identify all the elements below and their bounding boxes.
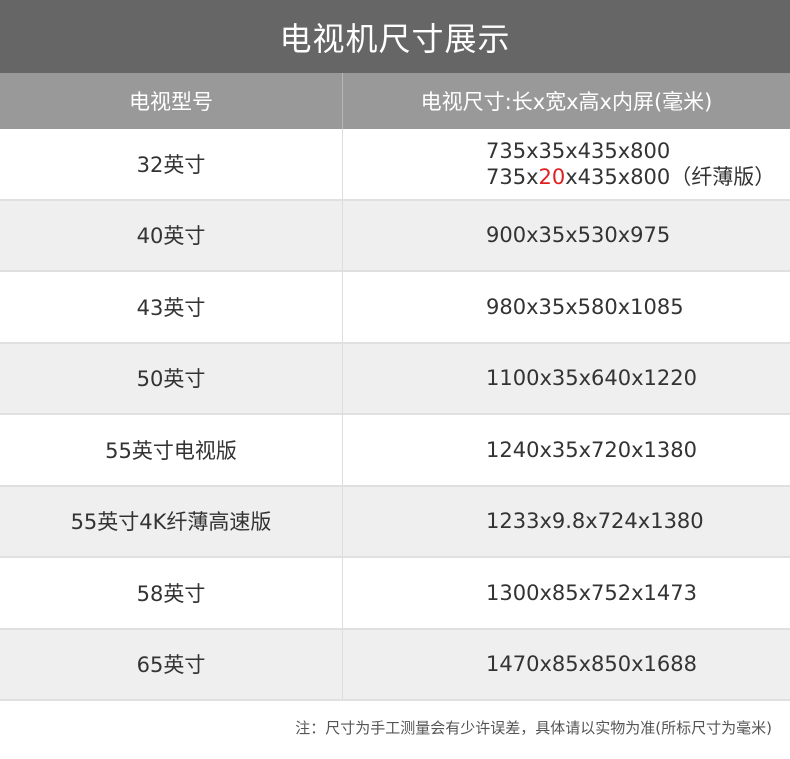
model-cell: 40英寸 — [0, 200, 343, 270]
table-row: 55英寸4K纤薄高速版 1233x9.8x724x1380 — [0, 486, 790, 558]
header-size: 电视尺寸:长x宽x高x内屏(毫米) — [420, 90, 713, 114]
size-cell: 1470x85x850x1688 — [486, 652, 697, 677]
size-cell: 1100x35x640x1220 — [486, 366, 697, 391]
table-row: 50英寸 1100x35x640x1220 — [0, 343, 790, 415]
size-cell: 900x35x530x975 — [486, 223, 671, 248]
model-cell: 43英寸 — [0, 272, 343, 342]
size-cell: 1233x9.8x724x1380 — [486, 509, 704, 534]
model-cell: 65英寸 — [0, 629, 343, 699]
model-cell: 50英寸 — [0, 343, 343, 413]
size-value: 735x35x435x800 — [486, 138, 671, 163]
table-row: 32英寸 735x35x435x800 735x20x435x800（纤薄版） — [0, 129, 790, 201]
size-cell: 735x35x435x800 735x20x435x800（纤薄版） — [343, 129, 790, 199]
table-row: 40英寸 900x35x530x975 — [0, 200, 790, 272]
size-cell: 980x35x580x1085 — [486, 294, 684, 319]
size-table: 32英寸 735x35x435x800 735x20x435x800（纤薄版） … — [0, 129, 790, 701]
size-cell: 1300x85x752x1473 — [486, 580, 697, 605]
size-value-slim: 735x20x435x800（纤薄版） — [486, 164, 776, 189]
header-model: 电视型号 — [0, 73, 343, 129]
highlight-value: 20 — [538, 164, 566, 189]
table-row: 43英寸 980x35x580x1085 — [0, 272, 790, 344]
table-row: 55英寸电视版 1240x35x720x1380 — [0, 415, 790, 487]
model-cell: 55英寸4K纤薄高速版 — [0, 486, 343, 556]
table-header: 电视型号 电视尺寸:长x宽x高x内屏(毫米) — [0, 73, 790, 129]
table-row: 58英寸 1300x85x752x1473 — [0, 558, 790, 630]
footnote: 注：尺寸为手工测量会有少许误差，具体请以实物为准(所标尺寸为毫米) — [295, 719, 772, 737]
model-cell: 32英寸 — [0, 129, 343, 199]
model-cell: 55英寸电视版 — [0, 415, 343, 485]
model-cell: 58英寸 — [0, 558, 343, 628]
table-row: 65英寸 1470x85x850x1688 — [0, 629, 790, 701]
page-title: 电视机尺寸展示 — [0, 0, 790, 73]
size-cell: 1240x35x720x1380 — [486, 437, 697, 462]
